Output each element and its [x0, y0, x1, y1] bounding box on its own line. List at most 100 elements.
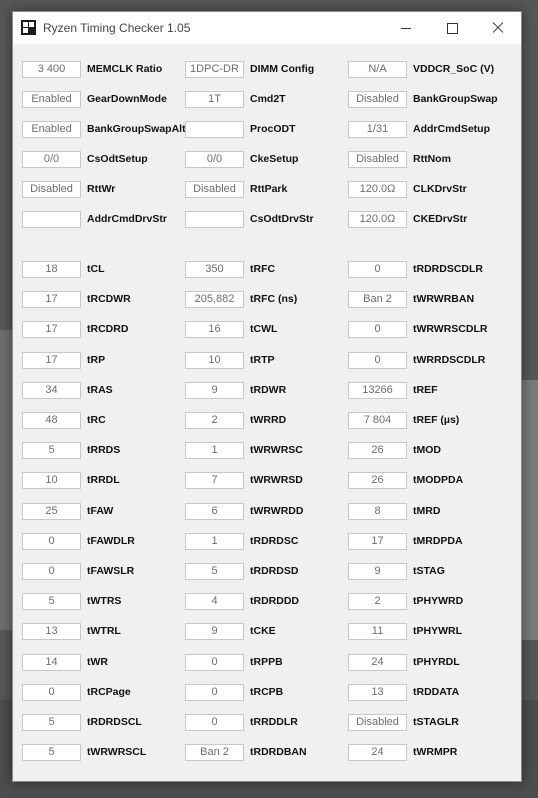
value-box[interactable]: 17	[22, 351, 81, 369]
field-label: CLKDrvStr	[413, 183, 467, 195]
value-box[interactable]: 16	[185, 321, 244, 339]
value-box[interactable]: 205,882	[185, 291, 244, 309]
field-label: tRAS	[87, 383, 113, 396]
value-box[interactable]: 1/31	[348, 121, 407, 138]
value-box[interactable]: 48	[22, 412, 81, 429]
value-box[interactable]: 0	[348, 261, 407, 278]
value-box[interactable]: 24	[348, 653, 407, 671]
value-box[interactable]: Disabled	[185, 181, 244, 198]
value-box[interactable]: 17	[348, 532, 407, 550]
value-box[interactable]: 5	[22, 744, 81, 762]
minimize-button[interactable]	[383, 12, 429, 44]
value-box[interactable]: 13266	[348, 381, 407, 399]
value-box[interactable]	[185, 121, 244, 138]
value-box[interactable]: 7	[185, 472, 244, 490]
value-box[interactable]: 9	[185, 623, 244, 641]
value-box[interactable]: 0	[22, 683, 81, 701]
value-box[interactable]: 120.0Ω	[348, 181, 407, 198]
field-label: tRDRDBAN	[250, 746, 307, 759]
value-box[interactable]: 0	[185, 683, 244, 701]
value-box[interactable]: 9	[348, 563, 407, 580]
value-box[interactable]: 0/0	[185, 151, 244, 168]
value-box[interactable]: 0/0	[22, 151, 81, 168]
field-label: GearDownMode	[87, 93, 167, 105]
field-label: tPHYRDL	[413, 655, 460, 668]
value-box[interactable]: 350	[185, 261, 244, 278]
value-box[interactable]: Disabled	[22, 181, 81, 198]
value-box[interactable]: 34	[22, 381, 81, 399]
value-box[interactable]: 25	[22, 502, 81, 520]
value-box[interactable]: Ban 2	[348, 291, 407, 309]
value-box[interactable]: 1DPC-DR	[185, 61, 244, 78]
value-box[interactable]: 18	[22, 261, 81, 278]
value-box[interactable]: 2	[185, 412, 244, 429]
field-label: tWRRD	[250, 414, 287, 426]
value-box[interactable]: Disabled	[348, 91, 407, 108]
value-box[interactable]: 9	[185, 381, 244, 399]
field-label: tRRDL	[87, 474, 120, 487]
value-box[interactable]: 17	[22, 321, 81, 339]
value-box[interactable]: Enabled	[22, 121, 81, 138]
field-label: BankGroupSwapAlt	[87, 123, 186, 135]
value-box[interactable]	[185, 211, 244, 228]
app-grid-icon	[21, 20, 36, 35]
field-label: tCWL	[250, 323, 278, 336]
value-box[interactable]: 0	[22, 532, 81, 550]
value-box[interactable]: 1	[185, 442, 244, 460]
field-label: tPHYWRL	[413, 625, 462, 638]
field-label: CsOdtSetup	[87, 153, 148, 165]
value-box[interactable]: 13	[22, 623, 81, 641]
value-box[interactable]: 6	[185, 502, 244, 520]
close-button[interactable]	[475, 12, 521, 44]
field-label: CkeSetup	[250, 153, 299, 165]
value-box[interactable]: 17	[22, 291, 81, 309]
field-label: tREF (µs)	[413, 414, 460, 426]
value-box[interactable]: 5	[22, 593, 81, 611]
field-label: tRFC	[250, 263, 276, 275]
value-box[interactable]: Enabled	[22, 91, 81, 108]
value-box[interactable]: Disabled	[348, 714, 407, 731]
value-box[interactable]: 5	[185, 563, 244, 580]
value-box[interactable]: 0	[185, 653, 244, 671]
value-box[interactable]: 0	[22, 563, 81, 580]
value-box[interactable]	[22, 211, 81, 228]
value-box[interactable]: 14	[22, 653, 81, 671]
value-box[interactable]: 5	[22, 714, 81, 731]
value-box[interactable]: 3 400	[22, 61, 81, 78]
value-box[interactable]: 26	[348, 442, 407, 460]
value-box[interactable]: 11	[348, 623, 407, 641]
value-box[interactable]: 10	[22, 472, 81, 490]
value-box[interactable]: Disabled	[348, 151, 407, 168]
field-label: Cmd2T	[250, 93, 286, 105]
value-box[interactable]: 24	[348, 744, 407, 762]
title-bar[interactable]: Ryzen Timing Checker 1.05	[13, 12, 521, 44]
field-label: RttWr	[87, 183, 116, 195]
maximize-button[interactable]	[429, 12, 475, 44]
minimize-icon	[401, 28, 411, 29]
value-box[interactable]: Ban 2	[185, 744, 244, 762]
field-label: AddrCmdSetup	[413, 123, 490, 135]
value-box[interactable]: 0	[348, 321, 407, 339]
field-label: RttPark	[250, 183, 288, 195]
field-label: tRCDRD	[87, 323, 129, 336]
value-box[interactable]: 8	[348, 502, 407, 520]
value-box[interactable]: 1	[185, 532, 244, 550]
field-label: MEMCLK Ratio	[87, 63, 163, 75]
value-box[interactable]: 5	[22, 442, 81, 460]
value-box[interactable]: 1T	[185, 91, 244, 108]
value-box[interactable]: 120.0Ω	[348, 211, 407, 228]
value-box[interactable]: 2	[348, 593, 407, 611]
value-box[interactable]: 26	[348, 472, 407, 490]
value-box[interactable]: 0	[348, 351, 407, 369]
field-label: CsOdtDrvStr	[250, 213, 314, 225]
maximize-icon	[447, 23, 458, 34]
value-box[interactable]: N/A	[348, 61, 407, 78]
field-label: tWRWRSCDLR	[413, 323, 488, 336]
value-box[interactable]: 10	[185, 351, 244, 369]
value-box[interactable]: 4	[185, 593, 244, 611]
app-window: Ryzen Timing Checker 1.05 3 400 MEMCLK Ra…	[12, 11, 522, 782]
value-box[interactable]: 13	[348, 683, 407, 701]
value-box[interactable]: 7 804	[348, 412, 407, 429]
value-box[interactable]: 0	[185, 714, 244, 731]
field-label: tFAWSLR	[87, 565, 135, 577]
